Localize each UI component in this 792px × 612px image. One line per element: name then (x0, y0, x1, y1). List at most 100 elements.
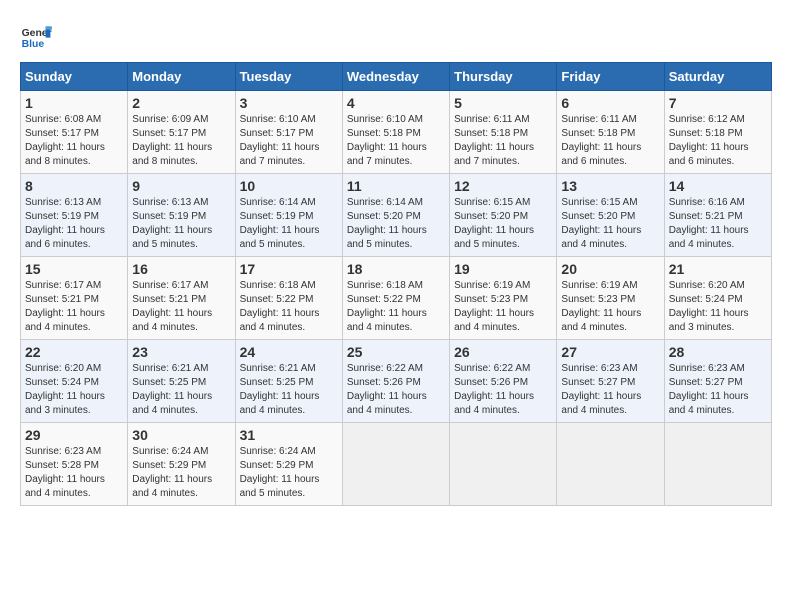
calendar-cell: 10Sunrise: 6:14 AM Sunset: 5:19 PM Dayli… (235, 174, 342, 257)
day-info: Sunrise: 6:10 AM Sunset: 5:18 PM Dayligh… (347, 113, 445, 169)
day-number: 16 (132, 261, 230, 277)
day-info: Sunrise: 6:20 AM Sunset: 5:24 PM Dayligh… (669, 279, 767, 335)
calendar-cell: 30Sunrise: 6:24 AM Sunset: 5:29 PM Dayli… (128, 423, 235, 506)
day-number: 13 (561, 178, 659, 194)
day-info: Sunrise: 6:23 AM Sunset: 5:28 PM Dayligh… (25, 445, 123, 501)
calendar-cell (450, 423, 557, 506)
calendar-cell: 25 Sunrise: 6:22 AM Sunset: 5:26 PM Dayli… (342, 340, 449, 423)
day-info: Sunrise: 6:21 AM Sunset: 5:25 PM Dayligh… (132, 362, 230, 418)
calendar-cell: 14 Sunrise: 6:16 AM Sunset: 5:21 PM Dayli… (664, 174, 771, 257)
day-info: Sunrise: 6:09 AM Sunset: 5:17 PM Dayligh… (132, 113, 230, 169)
column-header-thursday: Thursday (450, 63, 557, 91)
calendar-cell: 24 Sunrise: 6:21 AM Sunset: 5:25 PM Dayli… (235, 340, 342, 423)
calendar-cell: 23 Sunrise: 6:21 AM Sunset: 5:25 PM Dayli… (128, 340, 235, 423)
calendar-header-row: SundayMondayTuesdayWednesdayThursdayFrid… (21, 63, 772, 91)
day-number: 6 (561, 95, 659, 111)
day-info: Sunrise: 6:19 AM Sunset: 5:23 PM Dayligh… (561, 279, 659, 335)
day-number: 24 (240, 344, 338, 360)
calendar-week-row: 29 Sunrise: 6:23 AM Sunset: 5:28 PM Dayli… (21, 423, 772, 506)
column-header-tuesday: Tuesday (235, 63, 342, 91)
calendar-week-row: 22Sunrise: 6:20 AM Sunset: 5:24 PM Dayli… (21, 340, 772, 423)
day-info: Sunrise: 6:24 AM Sunset: 5:29 PM Dayligh… (132, 445, 230, 501)
calendar-body: 1 Sunrise: 6:08 AM Sunset: 5:17 PM Daylig… (21, 91, 772, 506)
svg-text:Blue: Blue (22, 39, 45, 50)
day-number: 3 (240, 95, 338, 111)
calendar-cell: 20Sunrise: 6:19 AM Sunset: 5:23 PM Dayli… (557, 257, 664, 340)
logo: General Blue (20, 20, 56, 52)
day-info: Sunrise: 6:10 AM Sunset: 5:17 PM Dayligh… (240, 113, 338, 169)
calendar-week-row: 1 Sunrise: 6:08 AM Sunset: 5:17 PM Daylig… (21, 91, 772, 174)
day-number: 18 (347, 261, 445, 277)
calendar-cell: 8 Sunrise: 6:13 AM Sunset: 5:19 PM Daylig… (21, 174, 128, 257)
calendar-cell: 13 Sunrise: 6:15 AM Sunset: 5:20 PM Dayli… (557, 174, 664, 257)
day-info: Sunrise: 6:17 AM Sunset: 5:21 PM Dayligh… (25, 279, 123, 335)
calendar-cell: 29 Sunrise: 6:23 AM Sunset: 5:28 PM Dayli… (21, 423, 128, 506)
day-info: Sunrise: 6:19 AM Sunset: 5:23 PM Dayligh… (454, 279, 552, 335)
day-number: 1 (25, 95, 123, 111)
day-info: Sunrise: 6:18 AM Sunset: 5:22 PM Dayligh… (347, 279, 445, 335)
calendar-week-row: 8 Sunrise: 6:13 AM Sunset: 5:19 PM Daylig… (21, 174, 772, 257)
day-info: Sunrise: 6:11 AM Sunset: 5:18 PM Dayligh… (454, 113, 552, 169)
calendar-cell: 7 Sunrise: 6:12 AM Sunset: 5:18 PM Daylig… (664, 91, 771, 174)
day-info: Sunrise: 6:21 AM Sunset: 5:25 PM Dayligh… (240, 362, 338, 418)
day-info: Sunrise: 6:22 AM Sunset: 5:26 PM Dayligh… (454, 362, 552, 418)
day-number: 12 (454, 178, 552, 194)
day-info: Sunrise: 6:24 AM Sunset: 5:29 PM Dayligh… (240, 445, 338, 501)
day-info: Sunrise: 6:15 AM Sunset: 5:20 PM Dayligh… (454, 196, 552, 252)
day-number: 28 (669, 344, 767, 360)
calendar-cell: 21Sunrise: 6:20 AM Sunset: 5:24 PM Dayli… (664, 257, 771, 340)
day-info: Sunrise: 6:12 AM Sunset: 5:18 PM Dayligh… (669, 113, 767, 169)
calendar-cell: 16 Sunrise: 6:17 AM Sunset: 5:21 PM Dayli… (128, 257, 235, 340)
day-number: 2 (132, 95, 230, 111)
day-number: 27 (561, 344, 659, 360)
page-header: General Blue (20, 20, 772, 52)
calendar-cell: 17 Sunrise: 6:18 AM Sunset: 5:22 PM Dayli… (235, 257, 342, 340)
calendar-cell (342, 423, 449, 506)
day-number: 7 (669, 95, 767, 111)
calendar-cell: 2 Sunrise: 6:09 AM Sunset: 5:17 PM Daylig… (128, 91, 235, 174)
calendar-cell: 15Sunrise: 6:17 AM Sunset: 5:21 PM Dayli… (21, 257, 128, 340)
calendar-cell: 12 Sunrise: 6:15 AM Sunset: 5:20 PM Dayli… (450, 174, 557, 257)
day-number: 9 (132, 178, 230, 194)
day-info: Sunrise: 6:15 AM Sunset: 5:20 PM Dayligh… (561, 196, 659, 252)
logo-icon: General Blue (20, 20, 52, 52)
day-number: 14 (669, 178, 767, 194)
day-info: Sunrise: 6:18 AM Sunset: 5:22 PM Dayligh… (240, 279, 338, 335)
calendar-cell: 5Sunrise: 6:11 AM Sunset: 5:18 PM Daylig… (450, 91, 557, 174)
day-number: 26 (454, 344, 552, 360)
calendar-cell: 28 Sunrise: 6:23 AM Sunset: 5:27 PM Dayli… (664, 340, 771, 423)
day-number: 17 (240, 261, 338, 277)
calendar-cell: 26 Sunrise: 6:22 AM Sunset: 5:26 PM Dayli… (450, 340, 557, 423)
day-info: Sunrise: 6:13 AM Sunset: 5:19 PM Dayligh… (25, 196, 123, 252)
day-number: 4 (347, 95, 445, 111)
day-info: Sunrise: 6:16 AM Sunset: 5:21 PM Dayligh… (669, 196, 767, 252)
column-header-friday: Friday (557, 63, 664, 91)
day-number: 25 (347, 344, 445, 360)
day-number: 8 (25, 178, 123, 194)
day-info: Sunrise: 6:23 AM Sunset: 5:27 PM Dayligh… (561, 362, 659, 418)
column-header-saturday: Saturday (664, 63, 771, 91)
day-number: 19 (454, 261, 552, 277)
day-info: Sunrise: 6:23 AM Sunset: 5:27 PM Dayligh… (669, 362, 767, 418)
day-number: 31 (240, 427, 338, 443)
day-number: 29 (25, 427, 123, 443)
column-header-monday: Monday (128, 63, 235, 91)
day-info: Sunrise: 6:11 AM Sunset: 5:18 PM Dayligh… (561, 113, 659, 169)
column-header-sunday: Sunday (21, 63, 128, 91)
day-info: Sunrise: 6:20 AM Sunset: 5:24 PM Dayligh… (25, 362, 123, 418)
calendar-cell: 31 Sunrise: 6:24 AM Sunset: 5:29 PM Dayli… (235, 423, 342, 506)
day-info: Sunrise: 6:14 AM Sunset: 5:19 PM Dayligh… (240, 196, 338, 252)
calendar-cell: 18 Sunrise: 6:18 AM Sunset: 5:22 PM Dayli… (342, 257, 449, 340)
column-header-wednesday: Wednesday (342, 63, 449, 91)
day-info: Sunrise: 6:22 AM Sunset: 5:26 PM Dayligh… (347, 362, 445, 418)
day-number: 23 (132, 344, 230, 360)
calendar-cell: 1 Sunrise: 6:08 AM Sunset: 5:17 PM Daylig… (21, 91, 128, 174)
calendar-cell: 9 Sunrise: 6:13 AM Sunset: 5:19 PM Daylig… (128, 174, 235, 257)
calendar-cell: 27 Sunrise: 6:23 AM Sunset: 5:27 PM Dayli… (557, 340, 664, 423)
calendar-cell: 4 Sunrise: 6:10 AM Sunset: 5:18 PM Daylig… (342, 91, 449, 174)
day-info: Sunrise: 6:08 AM Sunset: 5:17 PM Dayligh… (25, 113, 123, 169)
calendar-week-row: 15Sunrise: 6:17 AM Sunset: 5:21 PM Dayli… (21, 257, 772, 340)
day-info: Sunrise: 6:13 AM Sunset: 5:19 PM Dayligh… (132, 196, 230, 252)
calendar-cell (557, 423, 664, 506)
day-info: Sunrise: 6:17 AM Sunset: 5:21 PM Dayligh… (132, 279, 230, 335)
